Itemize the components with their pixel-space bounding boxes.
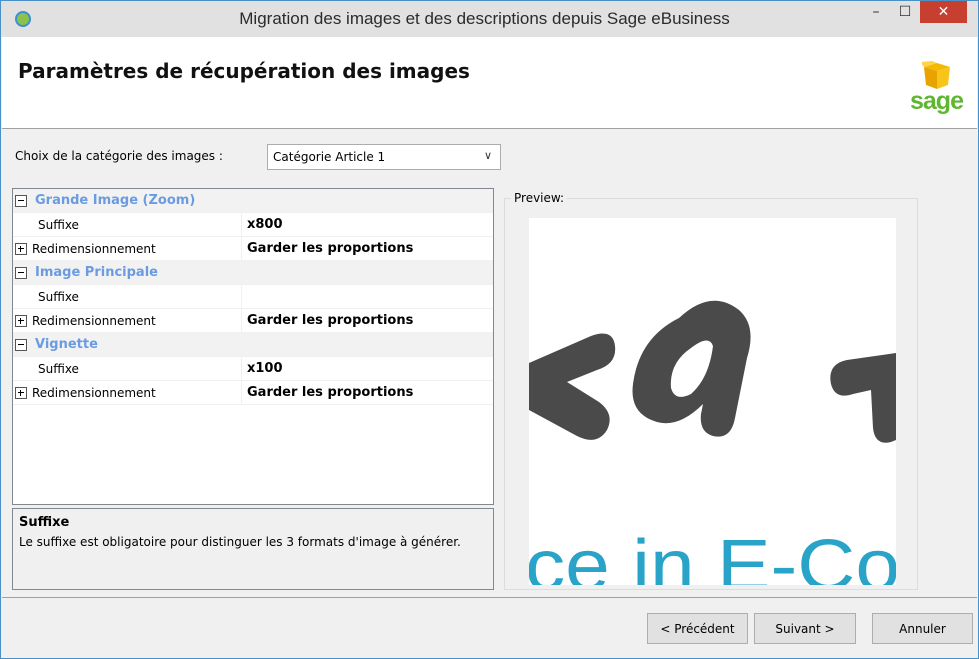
minimize-button[interactable]: – [862,1,890,23]
expand-icon[interactable] [15,314,27,327]
property-name: Redimensionnement [13,380,242,405]
maximize-icon: ☐ [898,4,912,20]
category-select[interactable]: Catégorie Article 1 ∨ [267,144,501,170]
grid-category-title: Grande Image (Zoom) [35,193,196,208]
grid-category-title: Image Principale [35,265,158,280]
property-grid[interactable]: Grande Image (Zoom) Suffixe x800 Redimen… [12,188,494,505]
expand-icon[interactable] [15,242,27,255]
grid-property-row[interactable]: Redimensionnement Garder les proportions [13,380,493,405]
grid-category-row[interactable]: Grande Image (Zoom) [13,189,493,213]
property-value[interactable]: Garder les proportions [242,241,413,256]
property-label: Redimensionnement [32,385,156,400]
preview-image-text: ce in E-Co [529,526,896,585]
maximize-button[interactable]: ☐ [891,1,919,23]
logo-text: sage [910,87,964,115]
next-button[interactable]: Suivant > [754,613,856,644]
page-title: Paramètres de récupération des images [18,59,470,83]
property-name: Suffixe [13,356,242,381]
property-name: Suffixe [13,212,242,237]
property-value[interactable]: x800 [242,217,283,232]
grid-property-row[interactable]: Suffixe [13,284,493,309]
property-label: Redimensionnement [32,241,156,256]
property-name: Redimensionnement [13,308,242,333]
close-button[interactable]: ✕ [920,1,967,23]
property-value[interactable]: x100 [242,361,283,376]
help-text: Le suffixe est obligatoire pour distingu… [19,535,461,549]
grid-category-row[interactable]: Image Principale [13,261,493,285]
property-name: Suffixe [13,284,242,309]
preview-logo-image: ce in E-Co [529,300,896,585]
wizard-header: Paramètres de récupération des images sa… [2,37,977,129]
previous-button[interactable]: < Précédent [647,613,748,644]
close-icon: ✕ [937,4,950,20]
property-value[interactable]: Garder les proportions [242,313,413,328]
property-name: Redimensionnement [13,236,242,261]
collapse-icon[interactable] [15,194,27,207]
category-label: Choix de la catégorie des images : [15,149,223,163]
sage-logo: sage [910,61,964,117]
wizard-window: Migration des images et des descriptions… [0,0,979,659]
title-bar: Migration des images et des descriptions… [1,1,978,37]
chevron-down-icon: ∨ [483,149,492,162]
collapse-icon[interactable] [15,338,27,351]
grid-category-title: Vignette [35,337,98,352]
property-label: Redimensionnement [32,313,156,328]
grid-property-row[interactable]: Suffixe x800 [13,212,493,237]
window-title: Migration des images et des descriptions… [239,9,730,28]
minimize-icon: – [872,4,880,20]
grid-property-row[interactable]: Redimensionnement Garder les proportions [13,308,493,333]
collapse-icon[interactable] [15,266,27,279]
preview-label: Preview: [511,191,568,205]
property-value[interactable]: Garder les proportions [242,385,413,400]
help-pane: Suffixe Le suffixe est obligatoire pour … [12,508,494,590]
cancel-button[interactable]: Annuler [872,613,973,644]
footer-divider [2,597,977,598]
grid-property-row[interactable]: Suffixe x100 [13,356,493,381]
category-selected-value: Catégorie Article 1 [273,150,386,164]
grid-category-row[interactable]: Vignette [13,333,493,357]
help-title: Suffixe [19,515,70,530]
preview-image: ce in E-Co [529,218,896,585]
grid-property-row[interactable]: Redimensionnement Garder les proportions [13,236,493,261]
expand-icon[interactable] [15,386,27,399]
